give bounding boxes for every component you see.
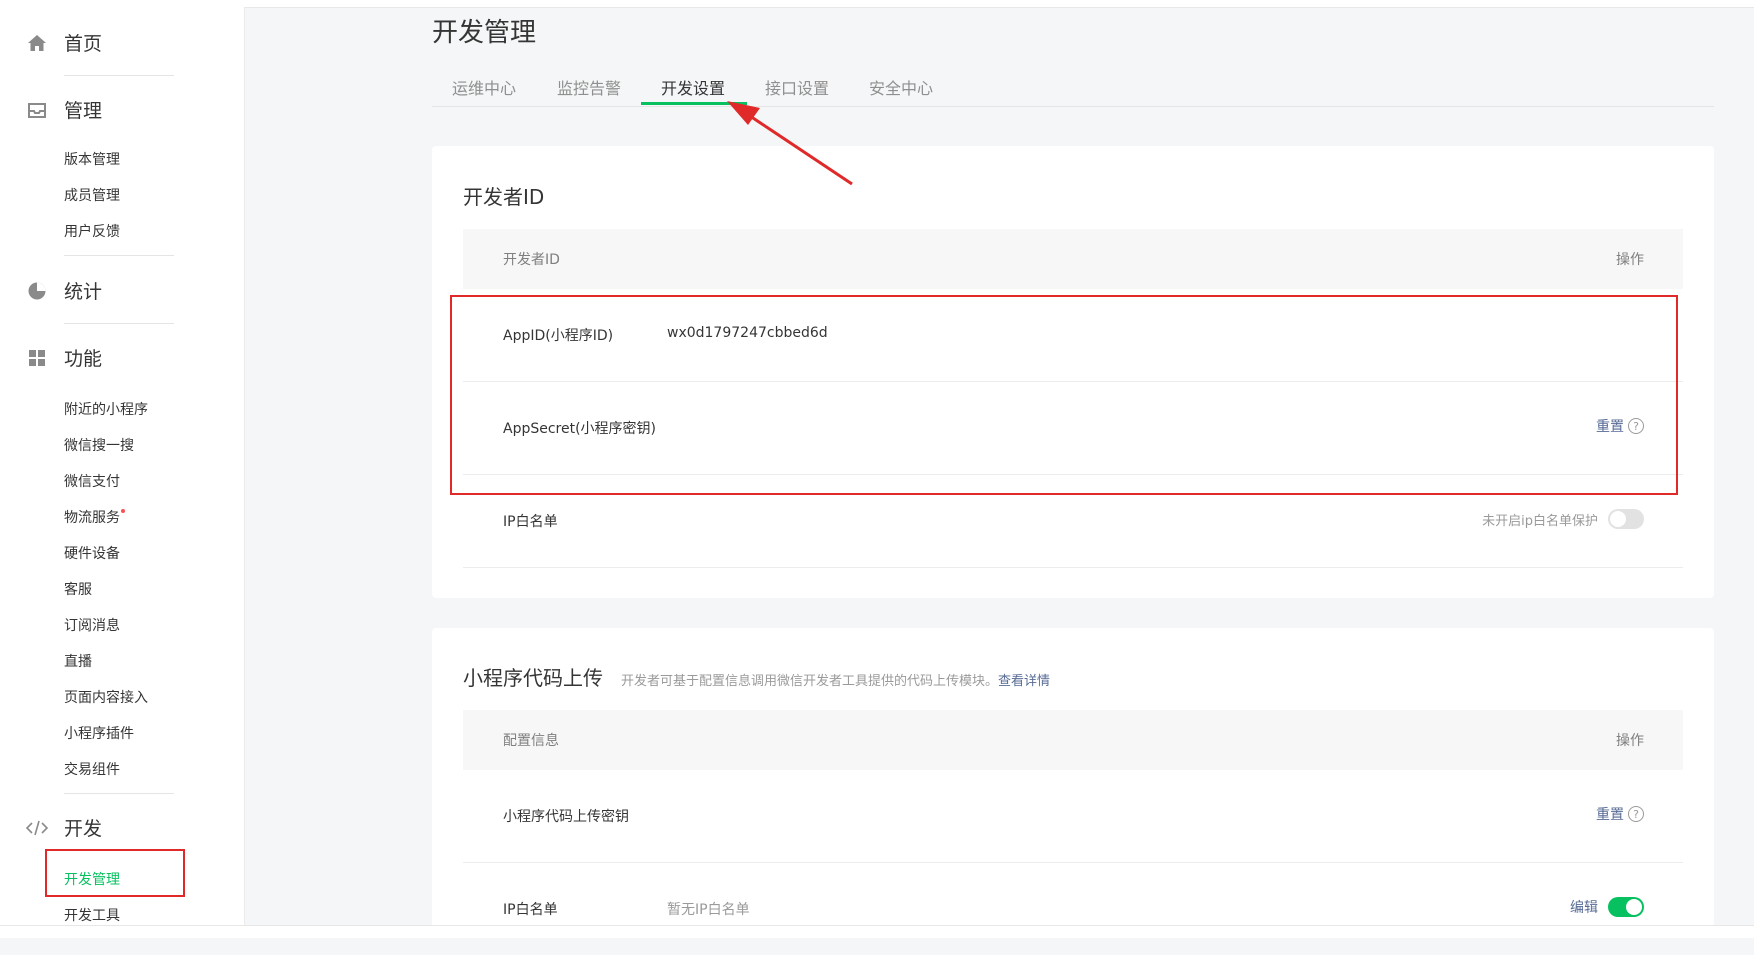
sidebar-item-dev-tools[interactable]: 开发工具 bbox=[64, 905, 120, 925]
reset-secret-link[interactable]: 重置 bbox=[1596, 416, 1624, 436]
sidebar-item-dev[interactable]: 开发 bbox=[26, 814, 102, 841]
sidebar-item-label: 开发 bbox=[64, 818, 103, 840]
sidebar-item-content[interactable]: 页面内容接入 bbox=[64, 687, 148, 707]
table-header: 开发者ID 操作 bbox=[463, 229, 1683, 289]
sidebar-item-label: 首页 bbox=[64, 33, 103, 55]
table-row-appid: AppID(小程序ID) wx0d1797247cbbed6d bbox=[463, 289, 1683, 382]
sidebar-item-search[interactable]: 微信搜一搜 bbox=[64, 435, 134, 455]
sidebar-item-feedback[interactable]: 用户反馈 bbox=[64, 221, 120, 241]
toggle-knob bbox=[1610, 511, 1626, 527]
divider bbox=[64, 323, 174, 324]
row-label: AppID(小程序ID) bbox=[503, 328, 614, 344]
status-strip bbox=[0, 925, 1754, 938]
tab-api-settings[interactable]: 接口设置 bbox=[765, 75, 829, 99]
page-title: 开发管理 bbox=[432, 18, 537, 48]
tab-monitor[interactable]: 监控告警 bbox=[557, 75, 621, 99]
toggle-knob bbox=[1626, 899, 1642, 915]
row-actions: 编辑 bbox=[1570, 897, 1644, 917]
sidebar-item-logistics[interactable]: 物流服务 bbox=[64, 507, 125, 527]
sidebar-item-label: 统计 bbox=[64, 281, 103, 303]
divider bbox=[64, 793, 174, 794]
upload-ip-whitelist-toggle[interactable] bbox=[1608, 897, 1644, 917]
view-details-link[interactable]: 查看详情 bbox=[998, 674, 1050, 689]
sidebar-item-service[interactable]: 客服 bbox=[64, 579, 92, 599]
sidebar-item-stats[interactable]: 统计 bbox=[26, 277, 102, 304]
table-row-ip-whitelist: IP白名单 未开启ip白名单保护 bbox=[463, 475, 1683, 568]
browser-bookmark-strip bbox=[0, 0, 1754, 8]
tab-ops[interactable]: 运维中心 bbox=[452, 75, 516, 99]
row-label: IP白名单 bbox=[503, 902, 558, 918]
card-title: 小程序代码上传 开发者可基于配置信息调用微信开发者工具提供的代码上传模块。查看详情 bbox=[463, 662, 1050, 691]
column-header: 开发者ID bbox=[503, 252, 560, 268]
help-icon[interactable]: ? bbox=[1628, 806, 1644, 822]
row-label: AppSecret(小程序密钥) bbox=[503, 421, 657, 437]
ip-whitelist-toggle[interactable] bbox=[1608, 509, 1644, 529]
sidebar-item-label: 物流服务 bbox=[64, 510, 120, 526]
ip-whitelist-status: 未开启ip白名单保护 bbox=[1482, 513, 1598, 529]
sidebar-item-manage[interactable]: 管理 bbox=[26, 96, 102, 123]
tab-dev-settings[interactable]: 开发设置 bbox=[661, 75, 725, 99]
tab-security[interactable]: 安全中心 bbox=[869, 75, 933, 99]
grid-icon bbox=[26, 347, 48, 369]
sidebar-item-features[interactable]: 功能 bbox=[26, 344, 102, 371]
row-label: IP白名单 bbox=[503, 514, 558, 530]
table-row-upload-key: 小程序代码上传密钥 重置 ? bbox=[463, 770, 1683, 863]
ip-whitelist-value: 暂无IP白名单 bbox=[667, 902, 750, 918]
sidebar-item-home[interactable]: 首页 bbox=[26, 29, 102, 56]
sidebar-item-nearby[interactable]: 附近的小程序 bbox=[64, 399, 148, 419]
help-icon[interactable]: ? bbox=[1628, 418, 1644, 434]
row-actions: 重置 ? bbox=[1596, 804, 1644, 824]
developer-id-card: 开发者ID 开发者ID 操作 AppID(小程序ID) wx0d1797247c… bbox=[432, 146, 1714, 598]
sidebar-item-members[interactable]: 成员管理 bbox=[64, 185, 120, 205]
sidebar: 首页 管理 版本管理 成员管理 用户反馈 统计 功能 附近的小程序 微信搜一搜 … bbox=[0, 7, 245, 925]
column-header: 操作 bbox=[1616, 733, 1644, 749]
sidebar-item-trade[interactable]: 交易组件 bbox=[64, 759, 120, 779]
sidebar-item-label: 管理 bbox=[64, 100, 103, 122]
sidebar-item-dev-manage[interactable]: 开发管理 bbox=[64, 869, 120, 889]
active-tab-indicator bbox=[641, 102, 747, 105]
sidebar-item-version[interactable]: 版本管理 bbox=[64, 149, 120, 169]
card-description-text: 开发者可基于配置信息调用微信开发者工具提供的代码上传模块。 bbox=[621, 674, 999, 689]
row-label: 小程序代码上传密钥 bbox=[503, 809, 629, 825]
column-header: 操作 bbox=[1616, 252, 1644, 268]
sidebar-item-plugins[interactable]: 小程序插件 bbox=[64, 723, 134, 743]
card-title: 开发者ID bbox=[463, 185, 545, 209]
reset-upload-key-link[interactable]: 重置 bbox=[1596, 804, 1624, 824]
sidebar-item-label: 功能 bbox=[64, 348, 103, 370]
row-actions: 未开启ip白名单保护 bbox=[1482, 509, 1644, 529]
table-row-appsecret: AppSecret(小程序密钥) 重置 ? bbox=[463, 382, 1683, 475]
table-header: 配置信息 操作 bbox=[463, 710, 1683, 770]
home-icon bbox=[26, 32, 48, 54]
appid-value: wx0d1797247cbbed6d bbox=[667, 325, 828, 341]
table-row-upload-ip-whitelist: IP白名单 暂无IP白名单 编辑 bbox=[463, 863, 1683, 955]
row-actions: 重置 ? bbox=[1596, 416, 1644, 436]
sidebar-item-pay[interactable]: 微信支付 bbox=[64, 471, 120, 491]
sidebar-item-live[interactable]: 直播 bbox=[64, 651, 92, 671]
code-upload-card: 小程序代码上传 开发者可基于配置信息调用微信开发者工具提供的代码上传模块。查看详情… bbox=[432, 628, 1714, 928]
code-icon bbox=[26, 817, 48, 839]
pie-chart-icon bbox=[26, 280, 48, 302]
divider bbox=[64, 75, 174, 76]
edit-ip-whitelist-link[interactable]: 编辑 bbox=[1570, 897, 1598, 917]
divider bbox=[64, 255, 174, 256]
sidebar-item-subscribe[interactable]: 订阅消息 bbox=[64, 615, 120, 635]
card-title-text: 小程序代码上传 bbox=[463, 666, 603, 690]
column-header: 配置信息 bbox=[503, 733, 559, 749]
notification-dot bbox=[121, 509, 125, 513]
sidebar-item-hardware[interactable]: 硬件设备 bbox=[64, 543, 120, 563]
tab-bar: 运维中心 监控告警 开发设置 接口设置 安全中心 bbox=[432, 70, 1714, 107]
card-description: 开发者可基于配置信息调用微信开发者工具提供的代码上传模块。查看详情 bbox=[621, 674, 1050, 689]
inbox-icon bbox=[26, 99, 48, 121]
